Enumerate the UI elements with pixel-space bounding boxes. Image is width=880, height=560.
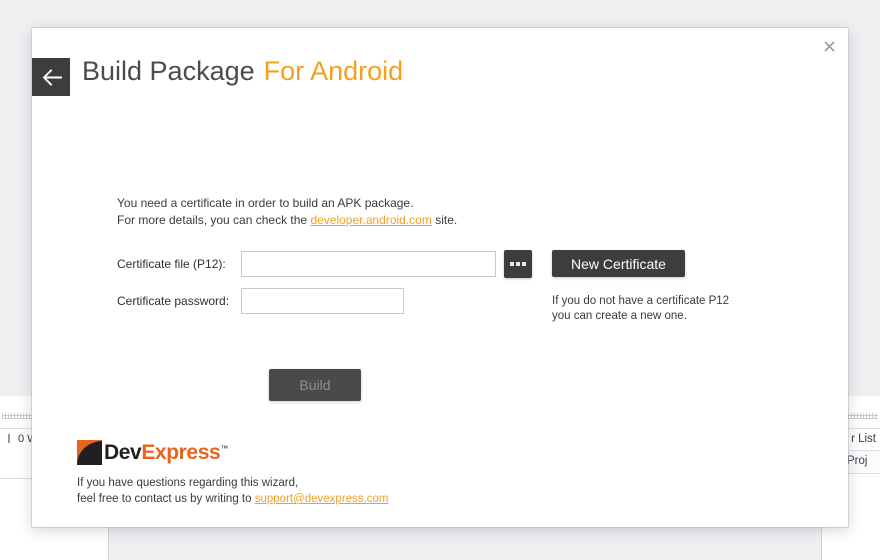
logo-trademark: ™	[220, 444, 228, 453]
intro-line-2: For more details, you can check the deve…	[117, 212, 457, 229]
footer-line-2-prefix: feel free to contact us by writing to	[77, 493, 255, 505]
ellipsis-dot-3-icon	[522, 262, 526, 266]
dialog-footer: DevExpress™ If you have questions regard…	[77, 440, 388, 507]
logo-express-text: Express	[141, 441, 221, 464]
bg-error-list-label: r List	[851, 433, 876, 445]
new-certificate-panel: New Certificate If you do not have a cer…	[552, 250, 782, 324]
devexpress-logo-text: DevExpress™	[104, 442, 228, 463]
back-arrow-icon	[42, 68, 62, 86]
devexpress-logo: DevExpress™	[77, 440, 388, 465]
intro-line-2-prefix: For more details, you can check the	[117, 213, 311, 227]
certificate-password-row: Certificate password:	[117, 288, 532, 314]
bg-project-tab-label: Proj	[847, 455, 868, 467]
browse-file-button[interactable]	[504, 250, 532, 278]
intro-line-2-suffix: site.	[431, 213, 458, 227]
footer-line-2: feel free to contact us by writing to su…	[77, 491, 388, 507]
ellipsis-dot-2-icon	[516, 262, 520, 266]
footer-line-1: If you have questions regarding this wiz…	[77, 477, 299, 489]
certificate-password-input[interactable]	[241, 288, 404, 314]
intro-text: You need a certificate in order to build…	[117, 195, 457, 229]
android-developer-link[interactable]: developer.android.com	[310, 213, 431, 227]
new-certificate-note: If you do not have a certificate P12 you…	[552, 295, 730, 322]
intro-line-1: You need a certificate in order to build…	[117, 196, 414, 210]
support-email-link[interactable]: support@devexpress.com	[255, 493, 389, 505]
new-certificate-button[interactable]: New Certificate	[552, 250, 685, 277]
devexpress-logo-icon	[77, 440, 102, 465]
warning-icon	[6, 434, 14, 443]
close-icon	[823, 40, 835, 52]
build-package-dialog: Build Package For Android You need a cer…	[32, 28, 848, 527]
certificate-password-label: Certificate password:	[117, 294, 230, 308]
back-button[interactable]	[32, 58, 70, 96]
page-title-main: Build Package	[82, 56, 255, 86]
ellipsis-dot-1-icon	[510, 262, 514, 266]
page-title-accent: For Android	[263, 56, 404, 86]
close-button[interactable]	[816, 34, 842, 58]
certificate-file-row: Certificate file (P12):	[117, 250, 532, 278]
certificate-form: Certificate file (P12): Certificate pass…	[117, 250, 532, 324]
build-button[interactable]: Build	[269, 369, 361, 401]
certificate-file-label: Certificate file (P12):	[117, 257, 226, 271]
logo-dev-text: Dev	[104, 441, 142, 464]
certificate-file-input[interactable]	[241, 251, 496, 277]
page-title: Build Package For Android	[82, 56, 403, 100]
footer-contact-text: If you have questions regarding this wiz…	[77, 475, 388, 507]
